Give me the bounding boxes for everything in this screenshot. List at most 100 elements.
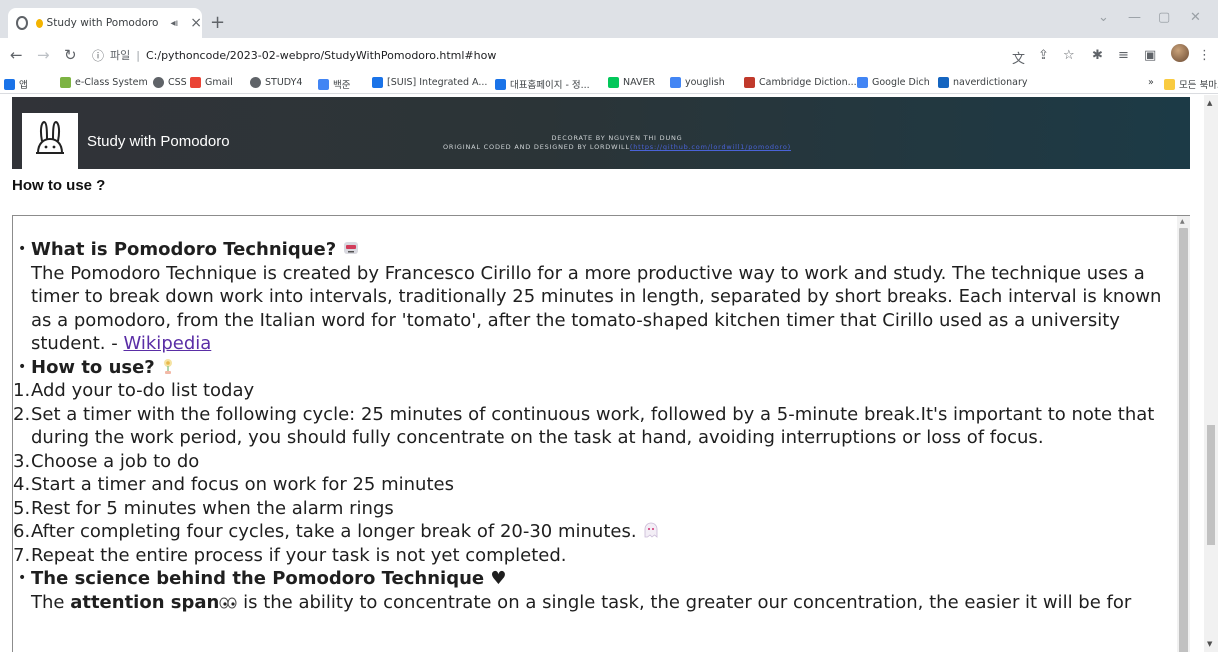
close-window-icon[interactable]: ✕: [1190, 10, 1201, 25]
step-text: After completing four cycles, take a lon…: [31, 521, 637, 542]
page-scroll-thumb[interactable]: [1207, 425, 1215, 545]
content-scroll-thumb[interactable]: [1179, 228, 1188, 652]
browser-tab[interactable]: Study with Pomodoro ◂ı ×: [8, 8, 202, 38]
suis-icon: [495, 78, 506, 90]
credit-decorator: DECORATE BY NGUYEN THI DUNG: [551, 134, 683, 142]
eyes-icon: [219, 597, 237, 608]
tab-search-icon[interactable]: ⌄: [1098, 10, 1109, 25]
attention-span-term: attention span: [70, 591, 220, 613]
reload-icon[interactable]: ↻: [64, 46, 77, 64]
bookmark-homepage[interactable]: 대표홈페이지 - 정...: [495, 77, 590, 91]
page-scroll-up-icon[interactable]: ▲: [1207, 99, 1212, 107]
credit-author: ORIGINAL CODED AND DESIGNED BY LORDWILL: [442, 143, 630, 151]
globe-icon: [16, 16, 28, 30]
bookmark-study4[interactable]: STUDY4: [250, 77, 302, 88]
bookmark-cambridge[interactable]: Cambridge Diction...: [744, 77, 857, 88]
credits: DECORATE BY NGUYEN THI DUNG ORIGINAL COD…: [392, 134, 842, 152]
bookmark-naverdictionary[interactable]: naverdictionary: [938, 77, 1028, 88]
bookmark-css[interactable]: CSS: [153, 77, 187, 88]
toolbar: ← → ↻ ⓘ 파일 | C:/pythoncode/2023-02-webpr…: [0, 38, 1218, 72]
ghost-icon: [644, 522, 658, 538]
page-scrollbar[interactable]: ▲ ▼: [1204, 95, 1218, 652]
url-text[interactable]: C:/pythoncode/2023-02-webpro/StudyWithPo…: [146, 49, 496, 62]
side-panel-icon[interactable]: ▣: [1144, 48, 1156, 63]
extensions-icon[interactable]: ✱: [1092, 48, 1103, 63]
page-viewport: Study with Pomodoro DECORATE BY NGUYEN T…: [0, 95, 1218, 652]
bookmark-suis[interactable]: [SUIS] Integrated A...: [372, 77, 487, 88]
bookmark-star-icon[interactable]: ☆: [1063, 48, 1075, 63]
youglish-icon: [670, 77, 681, 88]
list-item: 4. Start a timer and focus on work for 2…: [13, 473, 1173, 497]
science-heading: The science behind the Pomodoro Techniqu…: [31, 568, 507, 589]
translate-icon: [857, 77, 868, 88]
step-number: 2.: [13, 403, 31, 425]
bookmark-google-dich[interactable]: Google Dich: [857, 77, 930, 88]
code-icon: [318, 78, 329, 90]
pomodoro-favicon-icon: [35, 18, 43, 28]
step-number: 4.: [13, 474, 31, 495]
wikipedia-link[interactable]: Wikipedia: [123, 333, 211, 354]
bookmark-gmail[interactable]: Gmail: [190, 77, 233, 88]
bookmark-baekjoon[interactable]: 백준: [318, 77, 350, 91]
restore-icon[interactable]: ▢: [1158, 10, 1170, 25]
dict-icon: [938, 77, 949, 88]
eclass-icon: [60, 77, 71, 88]
minimize-icon[interactable]: —: [1128, 10, 1141, 25]
reading-list-icon[interactable]: ≡: [1118, 48, 1129, 63]
step-text: Start a timer and focus on work for 25 m…: [31, 474, 454, 495]
app-title: Study with Pomodoro: [87, 133, 230, 150]
what-heading: What is Pomodoro Technique?: [31, 239, 337, 260]
address-bar[interactable]: ⓘ 파일 | C:/pythoncode/2023-02-webpro/Stud…: [92, 42, 1097, 68]
new-tab-button[interactable]: +: [210, 12, 225, 33]
robot-icon: [343, 242, 358, 254]
list-item: How to use?: [13, 356, 1173, 380]
how-heading: How to use?: [31, 356, 155, 378]
address-protocol: 파일: [110, 49, 131, 62]
bookmark-apps[interactable]: 앱: [4, 77, 28, 91]
credit-link[interactable]: (https://github.com/lordwill1/pomodoro): [630, 143, 791, 151]
step-text: Repeat the entire process if your task i…: [31, 544, 567, 566]
list-item: The science behind the Pomodoro Techniqu…: [13, 567, 1173, 591]
more-bookmarks-button[interactable]: »: [1148, 77, 1154, 88]
step-number: 1.: [13, 380, 31, 401]
tab-title: Study with Pomodoro: [46, 17, 159, 29]
list-item: 5. Rest for 5 minutes when the alarm rin…: [13, 497, 1173, 521]
step-number: 7.: [13, 544, 31, 566]
scroll-up-icon[interactable]: ▲: [1180, 218, 1185, 225]
all-bookmarks-folder[interactable]: 모든 북마크: [1164, 77, 1218, 91]
back-icon[interactable]: ←: [10, 46, 23, 64]
share-icon[interactable]: ⇪: [1038, 48, 1049, 63]
bookmark-youglish[interactable]: youglish: [670, 77, 725, 88]
gmail-icon: [190, 77, 201, 88]
translate-icon[interactable]: 文: [1012, 48, 1025, 67]
logo[interactable]: [22, 113, 78, 169]
info-icon[interactable]: ⓘ: [92, 47, 104, 64]
globe-icon: [153, 77, 164, 88]
menu-icon[interactable]: ⋮: [1198, 48, 1211, 63]
step-number: 5.: [13, 497, 31, 519]
science-text: is the ability to concentrate on a singl…: [237, 591, 1132, 613]
bookmark-naver[interactable]: NAVER: [608, 77, 655, 88]
how-to-content[interactable]: What is Pomodoro Technique? The Pomodoro…: [12, 215, 1190, 652]
content-text: What is Pomodoro Technique? The Pomodoro…: [13, 238, 1173, 614]
profile-avatar[interactable]: [1171, 44, 1189, 62]
list-item: 2. Set a timer with the following cycle:…: [13, 403, 1173, 450]
forward-icon[interactable]: →: [37, 46, 50, 64]
address-separator: |: [136, 48, 140, 62]
bookmark-eclass[interactable]: e-Class System: [60, 77, 148, 88]
naver-icon: [608, 77, 619, 88]
step-text: Rest for 5 minutes when the alarm rings: [31, 497, 394, 519]
audio-icon[interactable]: ◂ı: [170, 18, 178, 29]
close-tab-icon[interactable]: ×: [190, 15, 202, 31]
suis-icon: [372, 77, 383, 88]
flower-icon: [164, 358, 173, 374]
what-paragraph: The Pomodoro Technique is created by Fra…: [13, 262, 1173, 356]
content-scrollbar[interactable]: ▲: [1177, 216, 1190, 652]
bookmarks-bar: 앱 e-Class System CSS Gmail STUDY4 백준 [SU…: [0, 72, 1218, 94]
list-item: 6. After completing four cycles, take a …: [13, 520, 1173, 544]
list-item: 3. Choose a job to do: [13, 450, 1173, 474]
page-scroll-down-icon[interactable]: ▼: [1207, 640, 1212, 648]
step-text: Choose a job to do: [31, 450, 200, 472]
list-item: 1. Add your to-do list today: [13, 379, 1173, 403]
step-number: 3.: [13, 450, 31, 472]
